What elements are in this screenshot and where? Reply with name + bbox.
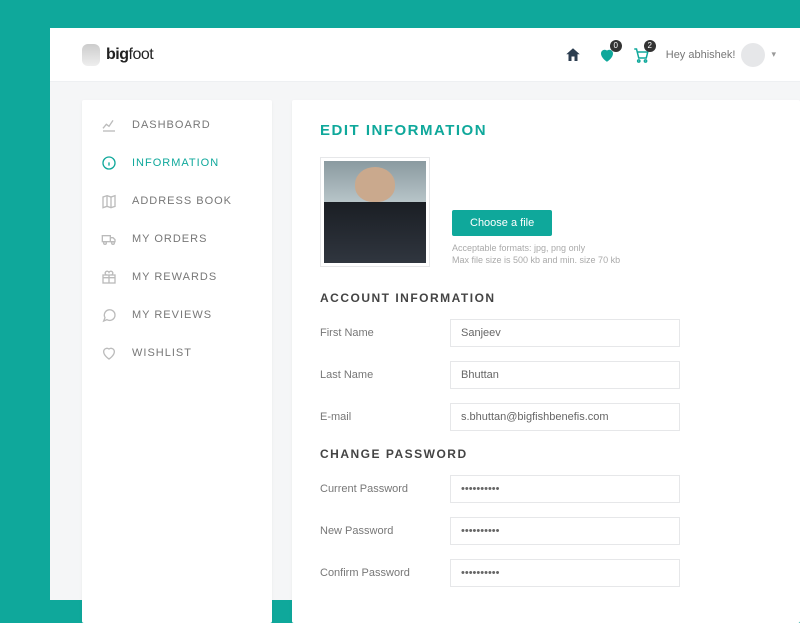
sidebar-item-label: MY REWARDS bbox=[132, 271, 217, 283]
first-name-label: First Name bbox=[320, 327, 450, 339]
sidebar-item-label: DASHBOARD bbox=[132, 119, 211, 131]
sidebar-item-dashboard[interactable]: DASHBOARD bbox=[82, 106, 272, 144]
page-title: EDIT INFORMATION bbox=[320, 122, 772, 139]
upload-hint: Acceptable formats: jpg, png only Max fi… bbox=[452, 242, 620, 267]
topbar: bigfoot 0 2 Hey abhishek! ▾ bbox=[50, 28, 800, 82]
sidebar-item-rewards[interactable]: MY REWARDS bbox=[82, 258, 272, 296]
main-panel: EDIT INFORMATION Choose a file Acceptabl… bbox=[292, 100, 800, 623]
greeting-text: Hey abhishek! bbox=[666, 49, 736, 61]
logo[interactable]: bigfoot bbox=[82, 44, 153, 66]
dashboard-icon bbox=[100, 116, 118, 134]
account-section-title: ACCOUNT INFORMATION bbox=[320, 291, 772, 305]
logo-mark bbox=[82, 44, 100, 66]
email-input[interactable] bbox=[450, 403, 680, 431]
cart-badge: 2 bbox=[644, 40, 656, 52]
home-icon[interactable] bbox=[564, 46, 582, 64]
profile-photo bbox=[320, 157, 430, 267]
new-password-label: New Password bbox=[320, 525, 450, 537]
last-name-input[interactable] bbox=[450, 361, 680, 389]
map-icon bbox=[100, 192, 118, 210]
avatar bbox=[741, 43, 765, 67]
truck-icon bbox=[100, 230, 118, 248]
first-name-input[interactable] bbox=[450, 319, 680, 347]
chat-icon bbox=[100, 306, 118, 324]
password-section-title: CHANGE PASSWORD bbox=[320, 447, 772, 461]
current-password-label: Current Password bbox=[320, 483, 450, 495]
wishlist-badge: 0 bbox=[610, 40, 622, 52]
email-label: E-mail bbox=[320, 411, 450, 423]
wishlist-icon[interactable]: 0 bbox=[598, 46, 616, 64]
current-password-input[interactable] bbox=[450, 475, 680, 503]
new-password-input[interactable] bbox=[450, 517, 680, 545]
sidebar-item-orders[interactable]: MY ORDERS bbox=[82, 220, 272, 258]
sidebar-item-address[interactable]: ADDRESS BOOK bbox=[82, 182, 272, 220]
user-greeting[interactable]: Hey abhishek! ▾ bbox=[666, 43, 776, 67]
sidebar-item-label: WISHLIST bbox=[132, 347, 192, 359]
sidebar: DASHBOARD INFORMATION ADDRESS BOOK MY OR… bbox=[82, 100, 272, 623]
last-name-label: Last Name bbox=[320, 369, 450, 381]
choose-file-button[interactable]: Choose a file bbox=[452, 210, 552, 236]
sidebar-item-reviews[interactable]: MY REVIEWS bbox=[82, 296, 272, 334]
sidebar-item-information[interactable]: INFORMATION bbox=[82, 144, 272, 182]
sidebar-item-label: ADDRESS BOOK bbox=[132, 195, 232, 207]
chevron-down-icon: ▾ bbox=[771, 49, 776, 60]
confirm-password-input[interactable] bbox=[450, 559, 680, 587]
sidebar-item-label: MY REVIEWS bbox=[132, 309, 212, 321]
sidebar-item-label: INFORMATION bbox=[132, 157, 219, 169]
gift-icon bbox=[100, 268, 118, 286]
sidebar-item-wishlist[interactable]: WISHLIST bbox=[82, 334, 272, 372]
sidebar-item-label: MY ORDERS bbox=[132, 233, 207, 245]
info-icon bbox=[100, 154, 118, 172]
confirm-password-label: Confirm Password bbox=[320, 567, 450, 579]
cart-icon[interactable]: 2 bbox=[632, 46, 650, 64]
heart-icon bbox=[100, 344, 118, 362]
